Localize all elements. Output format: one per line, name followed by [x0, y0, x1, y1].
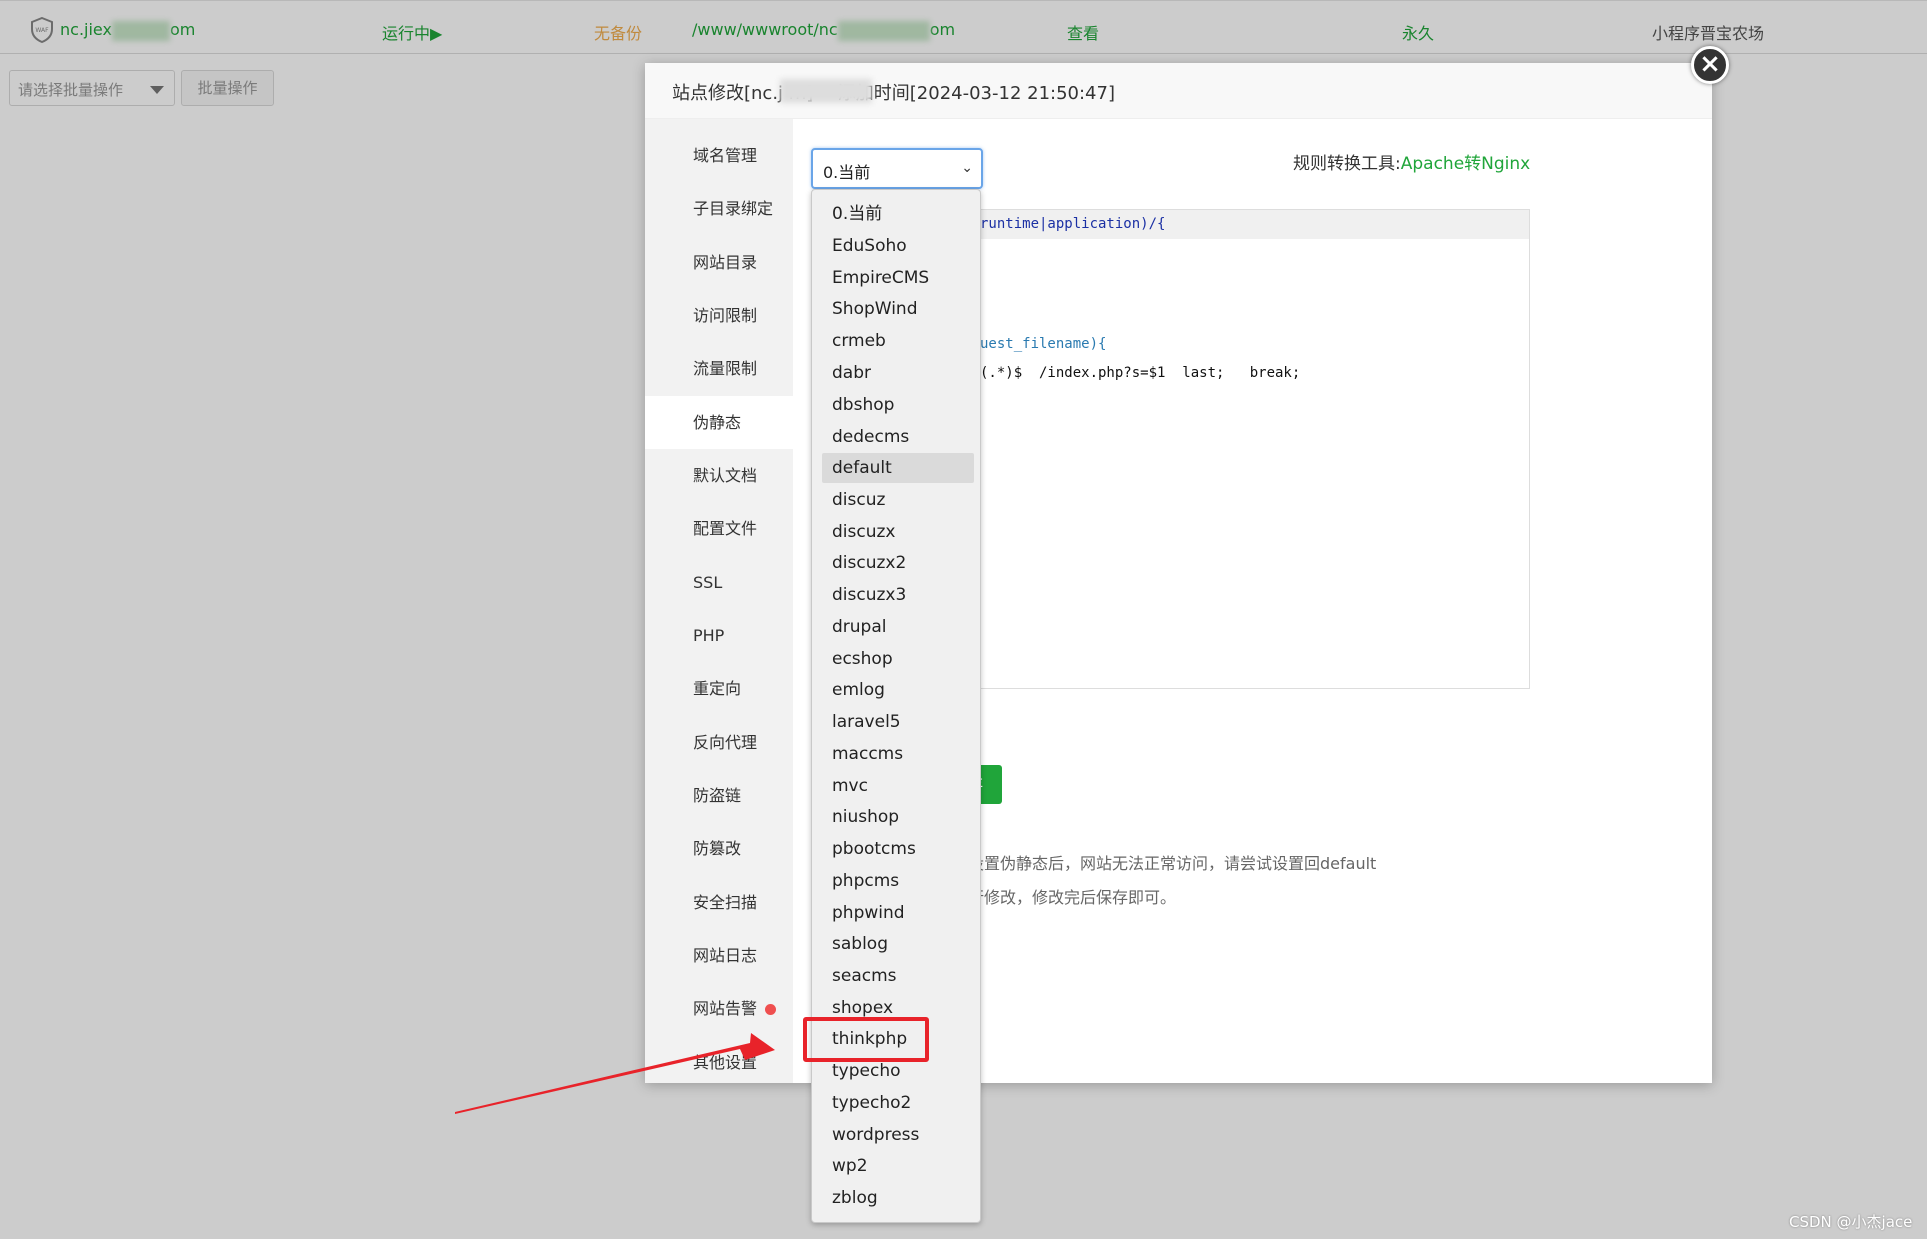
option-shopwind[interactable]: ShopWind: [822, 294, 974, 324]
option-phpcms[interactable]: phpcms: [822, 866, 974, 896]
option-laravel5[interactable]: laravel5: [822, 707, 974, 737]
close-icon[interactable]: ×: [1691, 46, 1729, 84]
option-seacms[interactable]: seacms: [822, 961, 974, 991]
option-drupal[interactable]: drupal: [822, 612, 974, 642]
code-line-2: uest_filename){: [980, 336, 1107, 352]
option-emlog[interactable]: emlog: [822, 675, 974, 705]
nav-item-redirect[interactable]: 重定向: [645, 662, 793, 715]
option-discuz[interactable]: discuz: [822, 485, 974, 515]
rule-convert-label: 规则转换工具:: [1293, 154, 1401, 174]
redacted-domain-blur: [780, 79, 872, 103]
nav-item-security-scan[interactable]: 安全扫描: [645, 876, 793, 929]
option-discuzx2[interactable]: discuzx2: [822, 548, 974, 578]
option-discuzx[interactable]: discuzx: [822, 517, 974, 547]
nav-item-default-doc[interactable]: 默认文档: [645, 449, 793, 502]
code-line-3: (.*)$ /index.php?s=$1 last; break;: [980, 365, 1301, 381]
option-pbootcms[interactable]: pbootcms: [822, 834, 974, 864]
nav-item-config-file[interactable]: 配置文件: [645, 502, 793, 555]
option-phpwind[interactable]: phpwind: [822, 898, 974, 928]
alert-dot-icon: [765, 1004, 777, 1015]
nav-item-access-limit[interactable]: 访问限制: [645, 289, 793, 342]
option-current[interactable]: 0.当前: [822, 199, 974, 229]
option-crmeb[interactable]: crmeb: [822, 326, 974, 356]
option-maccms[interactable]: maccms: [822, 739, 974, 769]
option-wordpress[interactable]: wordpress: [822, 1120, 974, 1150]
site-settings-sidebar: 域名管理 子目录绑定 网站目录 访问限制 流量限制 伪静态 默认文档 配置文件 …: [645, 119, 793, 1083]
nav-item-subdir[interactable]: 子目录绑定: [645, 182, 793, 235]
tip-line-2: 行修改，修改完后保存即可。: [968, 888, 1177, 907]
nav-item-tamper[interactable]: 防篡改: [645, 822, 793, 875]
option-typecho2[interactable]: typecho2: [822, 1088, 974, 1118]
rule-convert-tool: 规则转换工具:Apache转Nginx: [1293, 149, 1530, 174]
code-line-1: runtime|application)/{: [980, 216, 1166, 232]
watermark: CSDN @小杰jace: [1789, 1213, 1913, 1231]
apache-to-nginx-link[interactable]: Apache转Nginx: [1401, 154, 1530, 174]
thinkphp-highlight-box: [803, 1017, 929, 1062]
rule-select-value: 0.当前: [823, 163, 871, 182]
rewrite-rule-options: 0.当前 EduSoho EmpireCMS ShopWind crmeb da…: [811, 189, 981, 1223]
nav-item-site-alert[interactable]: 网站告警: [645, 982, 793, 1035]
rewrite-rule-select[interactable]: 0.当前 ⌄: [811, 148, 983, 189]
option-mvc[interactable]: mvc: [822, 771, 974, 801]
chevron-down-icon: ⌄: [961, 160, 973, 176]
nav-item-site-log[interactable]: 网站日志: [645, 929, 793, 982]
nav-item-traffic-limit[interactable]: 流量限制: [645, 342, 793, 395]
option-dbshop[interactable]: dbshop: [822, 390, 974, 420]
modal-title: 站点修改[nc.j m] -- 添加时间[2024-03-12 21:50:47…: [672, 83, 1115, 104]
nav-item-hotlink[interactable]: 防盗链: [645, 769, 793, 822]
nav-item-reverse-proxy[interactable]: 反向代理: [645, 716, 793, 769]
option-niushop[interactable]: niushop: [822, 802, 974, 832]
option-discuzx3[interactable]: discuzx3: [822, 580, 974, 610]
nav-item-other-settings[interactable]: 其他设置: [645, 1036, 793, 1089]
option-edusoho[interactable]: EduSoho: [822, 231, 974, 261]
nav-item-rewrite[interactable]: 伪静态: [645, 396, 793, 449]
option-zblog[interactable]: zblog: [822, 1183, 974, 1213]
option-ecshop[interactable]: ecshop: [822, 644, 974, 674]
nav-item-domain[interactable]: 域名管理: [645, 129, 793, 182]
option-dedecms[interactable]: dedecms: [822, 422, 974, 452]
tip-line-1: 设置伪静态后，网站无法正常访问，请尝试设置回default: [968, 854, 1377, 873]
option-wp2[interactable]: wp2: [822, 1151, 974, 1181]
option-dabr[interactable]: dabr: [822, 358, 974, 388]
nav-item-site-alert-label: 网站告警: [693, 999, 758, 1018]
option-empirecms[interactable]: EmpireCMS: [822, 263, 974, 293]
modal-header: 站点修改[nc.j m] -- 添加时间[2024-03-12 21:50:47…: [645, 63, 1712, 119]
site-edit-modal: 站点修改[nc.j m] -- 添加时间[2024-03-12 21:50:47…: [645, 63, 1712, 1083]
option-default[interactable]: default: [822, 453, 974, 483]
nav-item-ssl[interactable]: SSL: [645, 556, 793, 609]
nav-item-php[interactable]: PHP: [645, 609, 793, 662]
nav-item-site-dir[interactable]: 网站目录: [645, 236, 793, 289]
option-sablog[interactable]: sablog: [822, 929, 974, 959]
